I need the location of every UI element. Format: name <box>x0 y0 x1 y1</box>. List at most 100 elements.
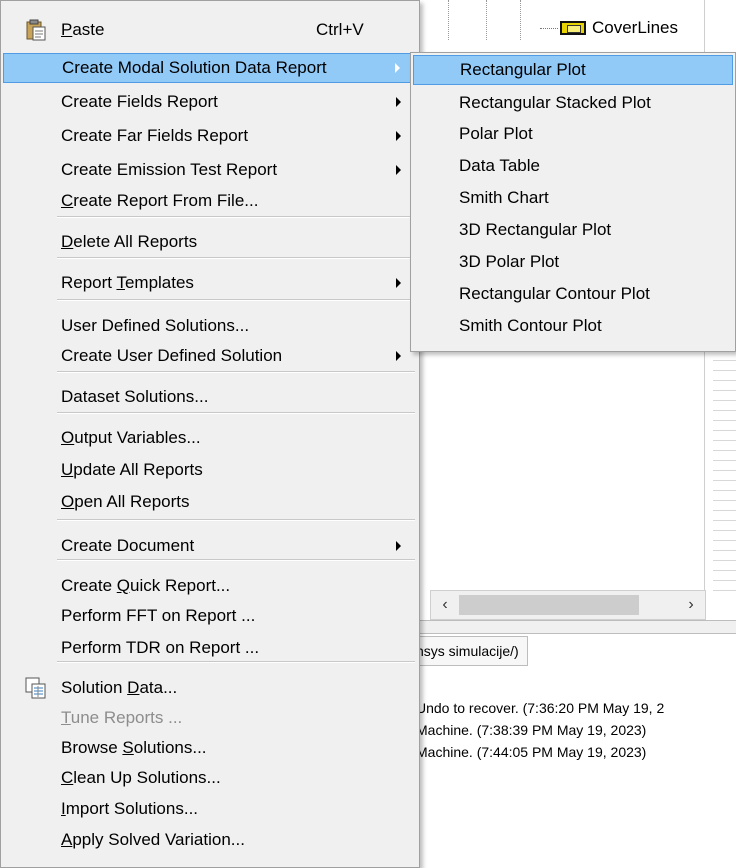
menu-item-open-all-reports[interactable]: Open All Reports <box>3 487 417 517</box>
menu-item-browse-solutions[interactable]: Browse Solutions... <box>3 733 417 763</box>
menu-item-paste[interactable]: Paste Ctrl+V <box>3 15 417 45</box>
menu-separator <box>57 661 415 663</box>
menu-item-label: Dataset Solutions... <box>61 387 209 406</box>
submenu-item-data-table[interactable]: Data Table <box>413 151 733 181</box>
log-line: Machine. (7:44:05 PM May 19, 2023) <box>416 744 647 760</box>
panel-grid-line <box>713 530 736 531</box>
menu-item-label: Create Emission Test Report <box>61 160 278 179</box>
tree-guide-line <box>486 0 487 40</box>
menu-item-label: Create Far Fields Report <box>61 126 249 145</box>
menu-separator <box>57 559 415 561</box>
panel-grid-line <box>713 570 736 571</box>
submenu-arrow-icon <box>395 63 400 73</box>
menu-item-label: Browse Solutions... <box>61 738 207 757</box>
menu-item-import-solutions[interactable]: Import Solutions... <box>3 794 417 824</box>
menu-item-tune-reports[interactable]: Tune Reports ... <box>3 703 417 733</box>
log-line: Undo to recover. (7:36:20 PM May 19, 2 <box>416 700 665 716</box>
scroll-right-icon[interactable]: › <box>679 593 703 617</box>
menu-item-label: Perform TDR on Report ... <box>61 638 260 657</box>
paste-icon <box>26 19 46 41</box>
menu-item-dataset-solutions[interactable]: Dataset Solutions... <box>3 382 417 412</box>
menu-separator <box>57 299 415 301</box>
log-line: Machine. (7:38:39 PM May 19, 2023) <box>416 722 647 738</box>
menu-item-apply-solved-variation[interactable]: Apply Solved Variation... <box>3 825 417 855</box>
scrollbar-thumb[interactable] <box>459 595 639 615</box>
panel-grid-line <box>713 460 736 461</box>
panel-grid-line <box>713 390 736 391</box>
menu-item-label: Create User Defined Solution <box>61 346 283 365</box>
menu-item-label: Solution Data... <box>61 678 178 697</box>
scroll-left-icon[interactable]: ‹ <box>433 593 457 617</box>
menu-item-create-user-defined-solution[interactable]: Create User Defined Solution <box>3 341 417 371</box>
menu-item-update-all-reports[interactable]: Update All Reports <box>3 455 417 485</box>
menu-item-label: Perform FFT on Report ... <box>61 606 256 625</box>
menu-item-label: Report Templates <box>61 273 194 292</box>
panel-grid-line <box>713 470 736 471</box>
submenu-item-label: Smith Contour Plot <box>459 316 602 335</box>
menu-item-label: Output Variables... <box>61 428 201 447</box>
menu-item-delete-all-reports[interactable]: Delete All Reports <box>3 227 417 257</box>
panel-grid-line <box>713 440 736 441</box>
panel-grid-line <box>713 400 736 401</box>
submenu-item-smith-contour-plot[interactable]: Smith Contour Plot <box>413 311 733 341</box>
panel-grid-line <box>713 580 736 581</box>
tree-guide-line <box>448 0 449 40</box>
panel-grid-line <box>713 480 736 481</box>
submenu-item-label: Rectangular Stacked Plot <box>459 93 651 112</box>
menu-item-label: Tune Reports ... <box>61 708 183 727</box>
submenu-item-polar-plot[interactable]: Polar Plot <box>413 119 733 149</box>
menu-item-solution-data[interactable]: Solution Data... <box>3 673 417 703</box>
menu-item-label: Delete All Reports <box>61 232 198 251</box>
panel-grid-line <box>713 590 736 591</box>
submenu-item-rectangular-contour-plot[interactable]: Rectangular Contour Plot <box>413 279 733 309</box>
menu-item-clean-up-solutions[interactable]: Clean Up Solutions... <box>3 763 417 793</box>
submenu-arrow-icon <box>396 165 401 175</box>
message-path-tab[interactable]: nsys simulacije/) <box>410 636 528 666</box>
report-type-submenu: Rectangular Plot Rectangular Stacked Plot… <box>410 52 736 352</box>
menu-item-label: Create Quick Report... <box>61 576 231 595</box>
menu-item-create-far-fields-report[interactable]: Create Far Fields Report <box>3 121 417 151</box>
menu-item-perform-fft-on-report[interactable]: Perform FFT on Report ... <box>3 601 417 631</box>
menu-item-create-report-from-file[interactable]: Create Report From File... <box>3 186 417 216</box>
panel-grid-line <box>713 520 736 521</box>
submenu-arrow-icon <box>396 131 401 141</box>
tree-node-label: CoverLines <box>592 18 678 37</box>
panel-grid-line <box>713 430 736 431</box>
coverlines-icon <box>560 21 586 35</box>
panel-grid-line <box>713 360 736 361</box>
submenu-item-label: 3D Rectangular Plot <box>459 220 612 239</box>
menu-item-create-modal-solution-data-report[interactable]: Create Modal Solution Data Report <box>3 53 417 83</box>
menu-item-perform-tdr-on-report[interactable]: Perform TDR on Report ... <box>3 633 417 663</box>
submenu-arrow-icon <box>396 278 401 288</box>
menu-separator <box>57 257 415 259</box>
menu-item-output-variables[interactable]: Output Variables... <box>3 423 417 453</box>
submenu-item-label: Rectangular Plot <box>460 60 586 79</box>
menu-item-create-emission-test-report[interactable]: Create Emission Test Report <box>3 155 417 185</box>
menu-item-create-fields-report[interactable]: Create Fields Report <box>3 87 417 117</box>
menu-item-label: Open All Reports <box>61 492 190 511</box>
panel-grid-line <box>713 550 736 551</box>
submenu-item-rectangular-stacked-plot[interactable]: Rectangular Stacked Plot <box>413 88 733 118</box>
horizontal-scrollbar[interactable]: ‹ › <box>430 590 706 620</box>
menu-separator <box>57 412 415 414</box>
submenu-item-3d-rectangular-plot[interactable]: 3D Rectangular Plot <box>413 215 733 245</box>
submenu-item-label: Data Table <box>459 156 540 175</box>
menu-item-create-quick-report[interactable]: Create Quick Report... <box>3 571 417 601</box>
submenu-item-3d-polar-plot[interactable]: 3D Polar Plot <box>413 247 733 277</box>
panel-divider[interactable] <box>420 620 736 634</box>
submenu-item-label: 3D Polar Plot <box>459 252 560 271</box>
menu-item-report-templates[interactable]: Report Templates <box>3 268 417 298</box>
menu-item-label: Paste <box>61 20 105 39</box>
panel-grid-line <box>713 500 736 501</box>
panel-grid-line <box>713 560 736 561</box>
menu-separator <box>57 216 415 218</box>
submenu-arrow-icon <box>396 541 401 551</box>
menu-item-user-defined-solutions[interactable]: User Defined Solutions... <box>3 311 417 341</box>
menu-item-create-document[interactable]: Create Document <box>3 531 417 561</box>
submenu-item-smith-chart[interactable]: Smith Chart <box>413 183 733 213</box>
submenu-arrow-icon <box>396 97 401 107</box>
tree-guide-line <box>520 0 521 40</box>
tree-node-coverlines[interactable]: CoverLines <box>540 16 678 40</box>
menu-item-label: Update All Reports <box>61 460 203 479</box>
submenu-item-rectangular-plot[interactable]: Rectangular Plot <box>413 55 733 85</box>
